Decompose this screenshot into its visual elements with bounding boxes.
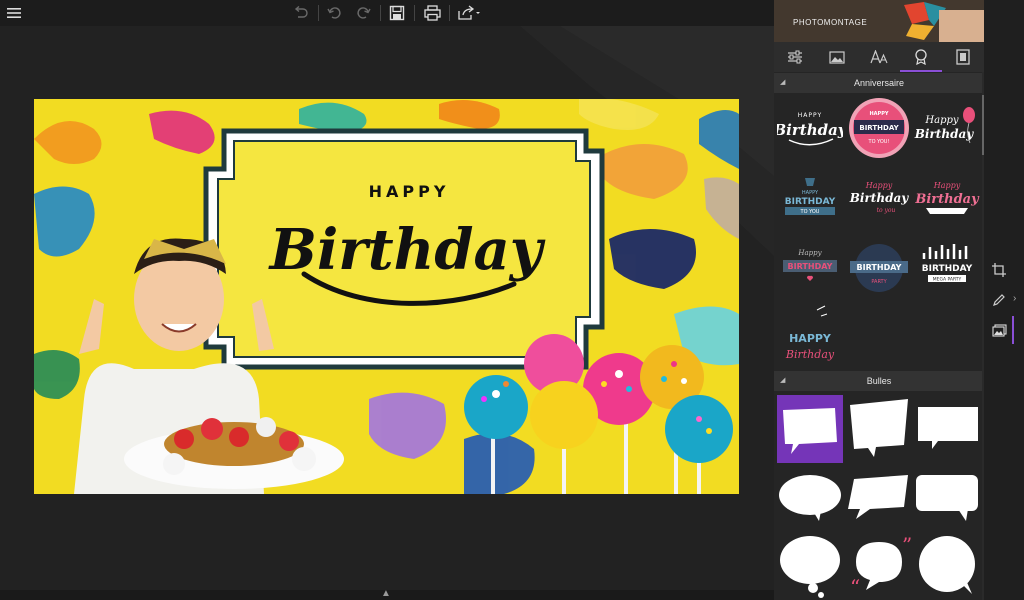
toolbar-divider <box>318 5 319 21</box>
svg-text:Birthday: Birthday <box>914 192 980 207</box>
sticker-oval-bubble[interactable] <box>777 465 843 531</box>
collapse-triangle-icon: ◢ <box>780 377 786 384</box>
svg-text:BIRTHDAY: BIRTHDAY <box>788 262 833 271</box>
share-icon[interactable] <box>454 0 484 26</box>
happy-text: HAPPY <box>369 182 450 201</box>
svg-text:TO YOU: TO YOU <box>800 209 820 215</box>
sticker-birthday-cupcake[interactable]: HAPPY BIRTHDAY TO YOU <box>777 164 843 230</box>
collapse-triangle-icon: ◢ <box>780 79 786 86</box>
svg-text:to you: to you <box>877 207 896 214</box>
sticker-happy-birthday-balloon[interactable]: Happy Birthday <box>914 95 980 161</box>
photomontage-banner: PHOTOMONTAGE <box>774 0 984 42</box>
svg-text:TO YOU!: TO YOU! <box>868 139 890 145</box>
pencil-icon <box>993 294 1005 306</box>
sticker-thought-bubble[interactable] <box>777 532 843 598</box>
insert-image-icon <box>991 323 1007 337</box>
svg-text:Happy: Happy <box>797 249 822 257</box>
section-title: Anniversaire <box>853 78 905 88</box>
sticker-rect-bubble[interactable] <box>914 395 980 461</box>
bottom-bar: ▲ <box>0 588 774 600</box>
insert-image-button[interactable] <box>984 318 1014 342</box>
svg-text:HAPPY: HAPPY <box>798 112 822 119</box>
hamburger-icon[interactable] <box>0 0 28 26</box>
sticker-birthday-party[interactable]: BIRTHDAY PARTY <box>846 233 912 299</box>
chevron-up-icon[interactable]: ▲ <box>381 588 391 599</box>
toolbar-divider <box>414 5 415 21</box>
sticker-happy-birthday-badge[interactable]: HAPPY BIRTHDAY TO YOU! <box>846 95 912 161</box>
photo-editor-app: HAPPY Birthday ▲ PHOTOMONTAGE ◢ Annivers… <box>0 0 1024 600</box>
svg-text:HAPPY: HAPPY <box>802 190 819 196</box>
section-title: Bulles <box>866 376 892 386</box>
draw-button[interactable] <box>984 288 1014 312</box>
sticker-round-bubble[interactable] <box>914 532 980 598</box>
svg-text:Happy: Happy <box>865 181 893 190</box>
photo-canvas[interactable]: HAPPY Birthday <box>34 99 739 494</box>
svg-text:“: “ <box>850 575 860 598</box>
svg-text:BIRTHDAY: BIRTHDAY <box>859 124 899 132</box>
sticker-slanted-bubble[interactable] <box>846 395 912 461</box>
sticker-birthday-banner-heart[interactable]: Happy BIRTHDAY <box>777 233 843 299</box>
text-size-icon <box>870 50 888 64</box>
svg-text:MEGA PARTY: MEGA PARTY <box>933 277 962 283</box>
tab-text[interactable] <box>858 42 900 72</box>
panel-tabs <box>774 42 984 72</box>
chevron-right-icon[interactable]: › <box>1013 293 1016 304</box>
tab-adjustments[interactable] <box>774 42 816 72</box>
sticker-happy-birthday-script[interactable]: HAPPY Birthday <box>777 95 843 161</box>
section-header-bulles[interactable]: ◢ Bulles <box>774 371 984 391</box>
tab-frames[interactable] <box>942 42 984 72</box>
svg-text:Birthday: Birthday <box>777 121 843 139</box>
top-toolbar <box>0 0 774 26</box>
sticker-wide-slanted-bubble[interactable] <box>846 465 912 531</box>
crop-button[interactable] <box>984 258 1014 282</box>
sticker-rounded-rect-bubble[interactable] <box>914 465 980 531</box>
svg-text:BIRTHDAY: BIRTHDAY <box>857 263 902 272</box>
svg-text:”: ” <box>902 533 912 557</box>
svg-text:HAPPY: HAPPY <box>869 111 888 117</box>
svg-text:Birthday: Birthday <box>914 127 974 141</box>
print-icon[interactable] <box>419 0 445 26</box>
crop-icon <box>992 263 1006 277</box>
ribbon-badge-icon <box>915 49 927 65</box>
save-icon[interactable] <box>385 0 409 26</box>
birthday-photo: HAPPY Birthday <box>34 99 739 494</box>
undo-icon[interactable] <box>323 0 347 26</box>
tab-stickers[interactable] <box>900 42 942 72</box>
sticker-square-bubble[interactable] <box>777 395 843 463</box>
stickers-panel: PHOTOMONTAGE ◢ Anniversaire HAPPY Birthd… <box>774 0 984 600</box>
svg-text:BIRTHDAY: BIRTHDAY <box>785 197 836 207</box>
sticker-quote-bubble[interactable]: ” “ <box>846 532 912 598</box>
active-tool-indicator <box>1012 316 1014 344</box>
banner-title: PHOTOMONTAGE <box>793 18 868 27</box>
sticker-birthday-mega-party[interactable]: BIRTHDAY MEGA PARTY <box>914 233 980 299</box>
svg-text:Birthday: Birthday <box>785 348 835 361</box>
toolbar-divider <box>380 5 381 21</box>
toolbar-divider <box>449 5 450 21</box>
sticker-happy-birthday-stars[interactable]: HAPPY Birthday <box>777 302 843 368</box>
redo-icon[interactable] <box>351 0 375 26</box>
svg-text:Happy: Happy <box>924 115 958 126</box>
sticker-birthday-ribbon[interactable]: Happy Birthday <box>914 164 980 230</box>
side-tool-rail <box>984 0 1024 600</box>
frame-icon <box>956 49 970 65</box>
sticker-birthday-to-you[interactable]: Happy Birthday to you <box>846 164 912 230</box>
tab-image[interactable] <box>816 42 858 72</box>
section-header-anniversaire[interactable]: ◢ Anniversaire <box>774 73 984 93</box>
svg-text:Birthday: Birthday <box>849 191 909 205</box>
image-icon <box>829 50 845 64</box>
svg-text:Happy: Happy <box>933 181 961 190</box>
svg-text:HAPPY: HAPPY <box>789 332 832 345</box>
birthday-text: Birthday <box>268 217 546 283</box>
svg-text:BIRTHDAY: BIRTHDAY <box>922 264 973 274</box>
svg-text:PARTY: PARTY <box>871 279 887 285</box>
revert-icon[interactable] <box>289 0 313 26</box>
sliders-icon <box>788 50 802 64</box>
